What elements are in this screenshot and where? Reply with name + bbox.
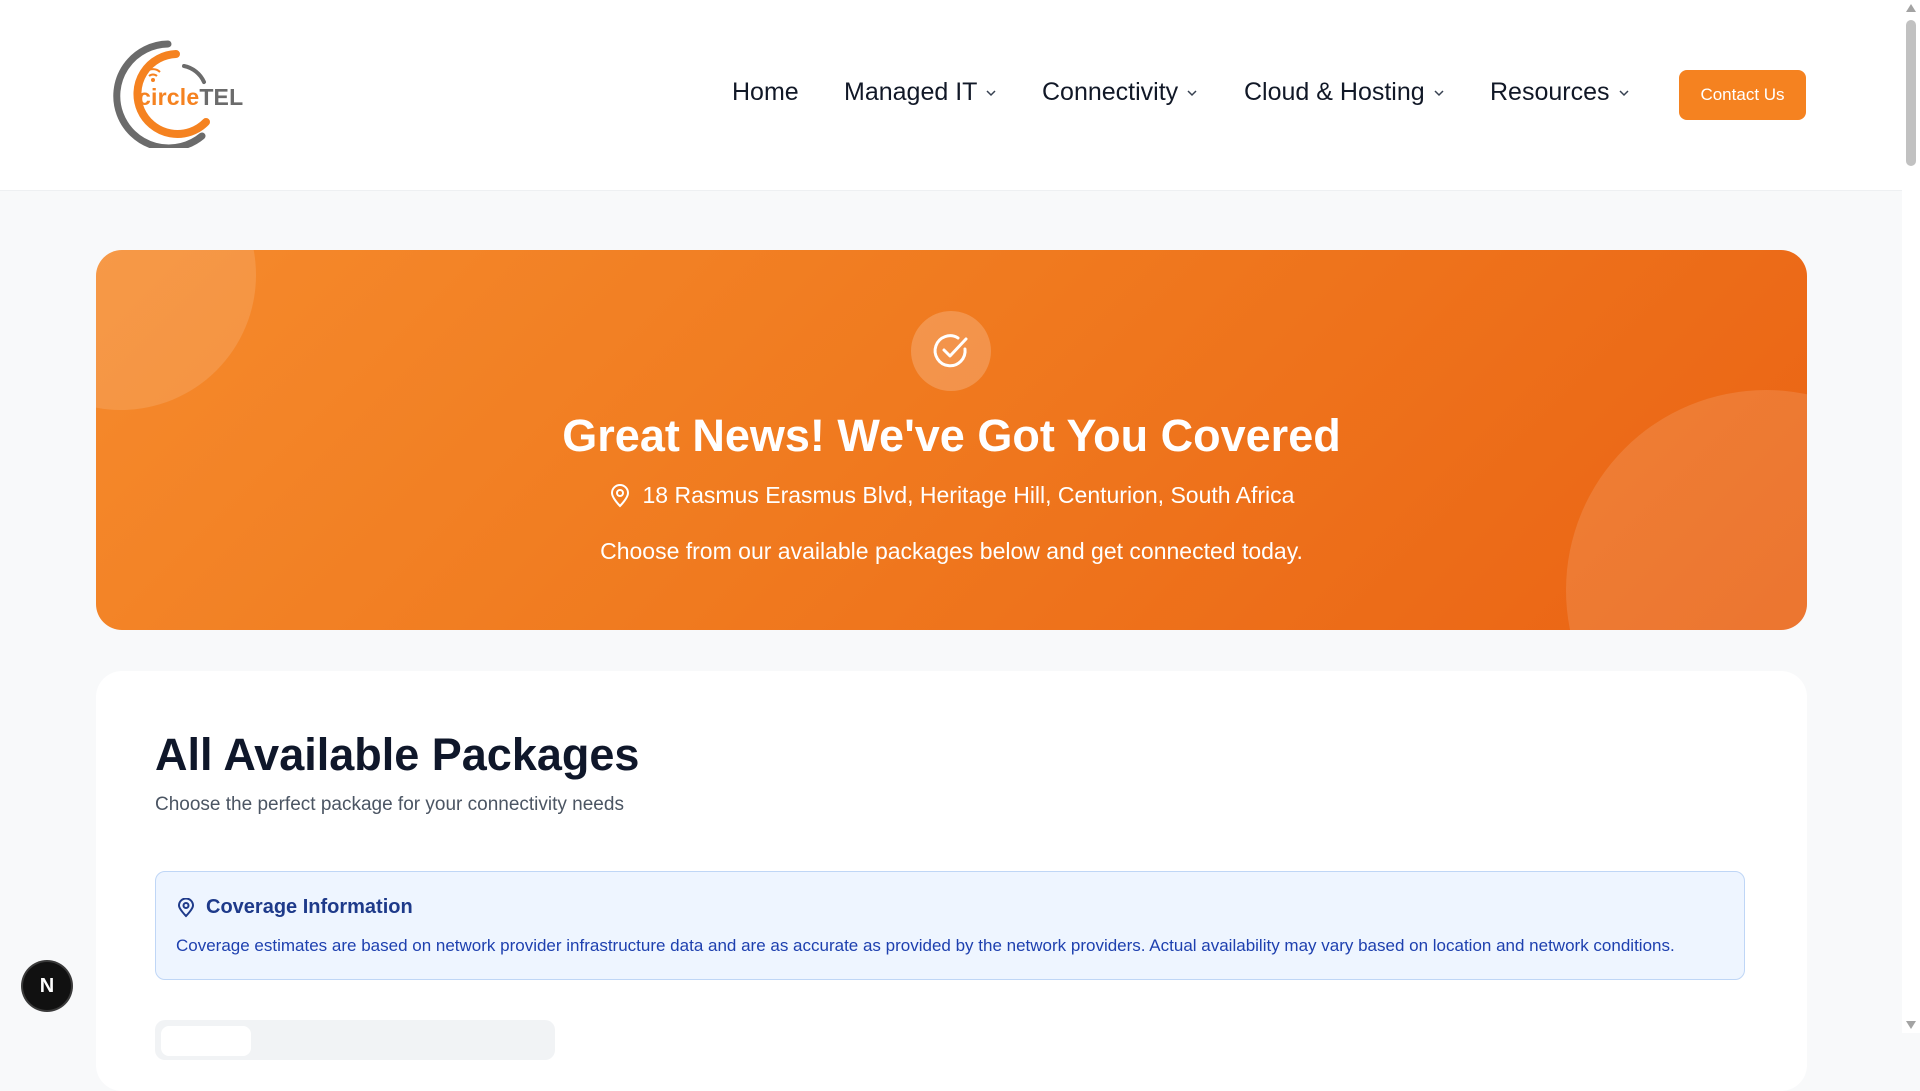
nav-resources[interactable]: Resources bbox=[1490, 78, 1630, 107]
logo-wordmark: circleTEL bbox=[138, 84, 243, 111]
map-pin-icon bbox=[610, 483, 629, 507]
nav-resources-label: Resources bbox=[1490, 78, 1610, 106]
package-filter-tabs bbox=[155, 1020, 555, 1060]
chevron-down-icon bbox=[986, 89, 996, 96]
packages-title: All Available Packages bbox=[155, 729, 640, 780]
nav-connectivity-label: Connectivity bbox=[1042, 78, 1179, 106]
package-filter-tab-active[interactable] bbox=[161, 1026, 251, 1056]
scroll-down-arrow-icon[interactable] bbox=[1906, 1021, 1916, 1029]
hero-title: Great News! We've Got You Covered bbox=[562, 410, 1341, 461]
coverage-info-box: Coverage Information Coverage estimates … bbox=[155, 871, 1745, 980]
logo-text-circle: circle bbox=[138, 84, 200, 110]
hero-badge bbox=[911, 311, 991, 391]
coverage-info-text: Coverage estimates are based on network … bbox=[176, 936, 1675, 955]
map-pin-icon bbox=[177, 898, 195, 918]
nav-connectivity[interactable]: Connectivity bbox=[1042, 78, 1198, 107]
contact-us-button[interactable]: Contact Us bbox=[1679, 70, 1806, 120]
site-header: circleTEL Home Managed IT Connectivity C… bbox=[0, 0, 1902, 191]
hero-address-text: 18 Rasmus Erasmus Blvd, Heritage Hill, C… bbox=[642, 482, 1295, 508]
chevron-down-icon bbox=[1618, 89, 1629, 96]
nav-managed-it-label: Managed IT bbox=[844, 78, 978, 106]
circletel-logo[interactable]: circleTEL bbox=[98, 36, 244, 152]
packages-section: All Available Packages Choose the perfec… bbox=[96, 671, 1807, 1091]
coverage-hero-banner: Great News! We've Got You Covered 18 Ras… bbox=[96, 250, 1807, 630]
scroll-up-arrow-icon[interactable] bbox=[1906, 4, 1916, 12]
nav-home[interactable]: Home bbox=[732, 78, 799, 107]
nav-cloud-hosting[interactable]: Cloud & Hosting bbox=[1244, 78, 1445, 107]
packages-subtitle: Choose the perfect package for your conn… bbox=[155, 794, 624, 815]
coverage-info-title: Coverage Information bbox=[206, 896, 413, 918]
hero-decor-circle bbox=[96, 250, 256, 410]
hero-address: 18 Rasmus Erasmus Blvd, Heritage Hill, C… bbox=[96, 482, 1807, 509]
nav-home-label: Home bbox=[732, 78, 799, 106]
nextjs-dev-badge[interactable]: N bbox=[23, 962, 71, 1010]
logo-text-tel: TEL bbox=[199, 84, 244, 110]
hero-subtitle: Choose from our available packages below… bbox=[600, 538, 1303, 564]
page-scrollbar[interactable] bbox=[1902, 0, 1920, 1033]
nextjs-dev-badge-label: N bbox=[39, 974, 55, 997]
check-circle-icon bbox=[933, 334, 968, 368]
chevron-down-icon bbox=[1434, 89, 1444, 96]
nav-cloud-hosting-label: Cloud & Hosting bbox=[1244, 78, 1425, 106]
nav-managed-it[interactable]: Managed IT bbox=[844, 78, 997, 107]
chevron-down-icon bbox=[1187, 89, 1197, 96]
scrollbar-thumb[interactable] bbox=[1906, 20, 1916, 166]
